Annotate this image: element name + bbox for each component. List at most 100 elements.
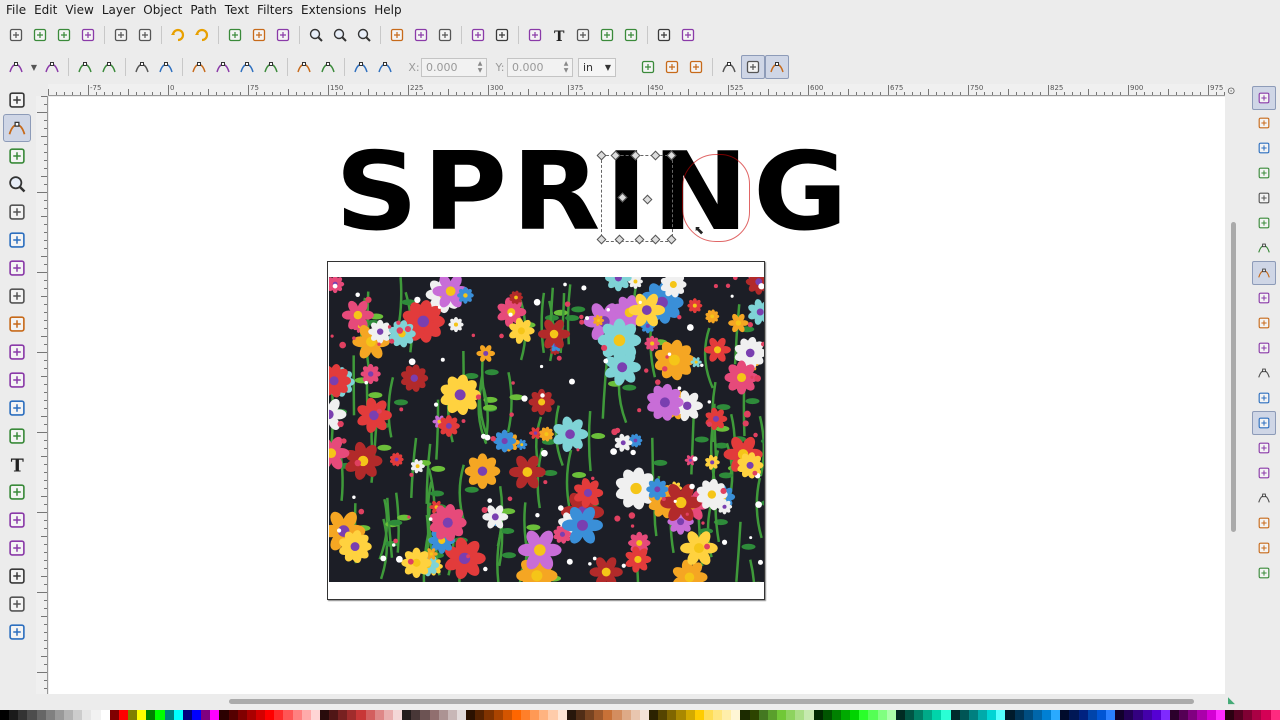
palette-swatch[interactable] xyxy=(265,710,275,720)
connector-tool-icon[interactable] xyxy=(3,618,31,646)
palette-swatch[interactable] xyxy=(1042,710,1052,720)
palette-swatch[interactable] xyxy=(393,710,403,720)
join-segment-icon[interactable] xyxy=(130,55,154,79)
palette-swatch[interactable] xyxy=(731,710,741,720)
palette-swatch[interactable] xyxy=(27,710,37,720)
palette-swatch[interactable] xyxy=(521,710,531,720)
palette-swatch[interactable] xyxy=(676,710,686,720)
break-path-icon[interactable] xyxy=(97,55,121,79)
palette-swatch[interactable] xyxy=(100,710,110,720)
snap-center-icon[interactable] xyxy=(1252,461,1276,485)
drawing-canvas[interactable]: SPRING ⬉ xyxy=(49,97,1225,694)
zoom-drawing-icon[interactable] xyxy=(328,23,352,47)
palette-swatch[interactable] xyxy=(1106,710,1116,720)
show-outline-icon[interactable] xyxy=(717,55,741,79)
symmetric-node-icon[interactable] xyxy=(235,55,259,79)
palette-swatch[interactable] xyxy=(1197,710,1207,720)
palette-swatch[interactable] xyxy=(127,710,138,720)
palette-swatch[interactable] xyxy=(694,710,704,720)
palette-swatch[interactable] xyxy=(466,710,476,720)
gradient-tool-icon[interactable] xyxy=(3,562,31,590)
palette-swatch[interactable] xyxy=(45,710,55,720)
palette-swatch[interactable] xyxy=(374,710,384,720)
show-path-icon[interactable] xyxy=(765,55,789,79)
palette-swatch[interactable] xyxy=(1005,710,1015,720)
palette-swatch[interactable] xyxy=(1096,710,1107,720)
cut-icon[interactable] xyxy=(247,23,271,47)
layers-icon[interactable] xyxy=(571,23,595,47)
menu-help[interactable]: Help xyxy=(370,0,405,20)
smooth-node-icon[interactable] xyxy=(211,55,235,79)
palette-swatch[interactable] xyxy=(795,710,805,720)
palette-swatch[interactable] xyxy=(237,710,247,720)
import-icon[interactable] xyxy=(109,23,133,47)
palette-swatch[interactable] xyxy=(457,710,467,720)
snap-smooth-icon[interactable] xyxy=(1252,336,1276,360)
snap-others-icon[interactable] xyxy=(1252,436,1276,460)
palette-swatch[interactable] xyxy=(484,710,494,720)
path-node[interactable] xyxy=(617,192,628,203)
palette-swatch[interactable] xyxy=(786,710,796,720)
palette-swatch[interactable] xyxy=(1179,710,1189,720)
undo-icon[interactable] xyxy=(166,23,190,47)
menu-edit[interactable]: Edit xyxy=(30,0,61,20)
palette-swatch[interactable] xyxy=(703,710,713,720)
palette-swatch[interactable] xyxy=(310,710,320,720)
palette-swatch[interactable] xyxy=(1188,710,1198,720)
palette-swatch[interactable] xyxy=(356,710,366,720)
eraser-tool-icon[interactable] xyxy=(3,506,31,534)
vertical-ruler[interactable] xyxy=(36,96,48,694)
palette-swatch[interactable] xyxy=(850,710,860,720)
y-input[interactable] xyxy=(508,58,560,76)
palette-swatch[interactable] xyxy=(1133,710,1143,720)
snap-nodes-icon[interactable] xyxy=(1252,236,1276,260)
palette-swatch[interactable] xyxy=(813,710,823,720)
palette-swatch[interactable] xyxy=(63,710,74,720)
palette-swatch[interactable] xyxy=(1261,710,1271,720)
palette-swatch[interactable] xyxy=(740,710,750,720)
snap-toggle-icon[interactable] xyxy=(1252,86,1276,110)
palette-swatch[interactable] xyxy=(91,710,101,720)
menu-file[interactable]: File xyxy=(2,0,30,20)
star-tool-icon[interactable] xyxy=(3,310,31,338)
palette-swatch[interactable] xyxy=(1051,710,1061,720)
unit-select[interactable]: in ▼ xyxy=(578,57,616,77)
horizontal-scroll-thumb[interactable] xyxy=(229,699,1194,704)
palette-swatch[interactable] xyxy=(1023,710,1033,720)
palette-swatch[interactable] xyxy=(1014,710,1024,720)
palette-swatch[interactable] xyxy=(0,710,10,720)
x-spinner[interactable]: ▲ ▼ xyxy=(474,59,486,76)
palette-swatch[interactable] xyxy=(1115,710,1125,720)
pen-tool-icon[interactable] xyxy=(3,394,31,422)
menu-view[interactable]: View xyxy=(61,0,97,20)
xml-editor-icon[interactable] xyxy=(595,23,619,47)
palette-swatch[interactable] xyxy=(319,710,330,720)
y-spinner[interactable]: ▲ ▼ xyxy=(560,59,572,76)
palette-swatch[interactable] xyxy=(228,710,238,720)
print-icon[interactable] xyxy=(76,23,100,47)
palette-swatch[interactable] xyxy=(987,710,997,720)
palette-swatch[interactable] xyxy=(621,710,631,720)
export-icon[interactable] xyxy=(133,23,157,47)
pencil-tool-icon[interactable] xyxy=(3,366,31,394)
palette-swatch[interactable] xyxy=(859,710,869,720)
vertical-scroll-thumb[interactable] xyxy=(1231,222,1236,532)
snap-page-icon[interactable] xyxy=(1252,511,1276,535)
palette-swatch[interactable] xyxy=(603,710,613,720)
spiral-tool-icon[interactable] xyxy=(3,338,31,366)
floral-pattern-image[interactable] xyxy=(329,277,764,582)
palette-swatch[interactable] xyxy=(895,710,905,720)
snap-bbox-center-icon[interactable] xyxy=(1252,211,1276,235)
palette-swatch[interactable] xyxy=(1078,710,1088,720)
fill-stroke-icon[interactable] xyxy=(523,23,547,47)
new-document-icon[interactable] xyxy=(4,23,28,47)
palette-swatch[interactable] xyxy=(959,710,969,720)
chevron-down-icon[interactable]: ▼ xyxy=(28,55,40,79)
make-line-icon[interactable] xyxy=(292,55,316,79)
palette-swatch[interactable] xyxy=(301,710,311,720)
object-to-path-icon[interactable] xyxy=(349,55,373,79)
menu-extensions[interactable]: Extensions xyxy=(297,0,370,20)
palette-swatch[interactable] xyxy=(1142,710,1152,720)
menu-object[interactable]: Object xyxy=(139,0,186,20)
palette-swatch[interactable] xyxy=(1206,710,1216,720)
